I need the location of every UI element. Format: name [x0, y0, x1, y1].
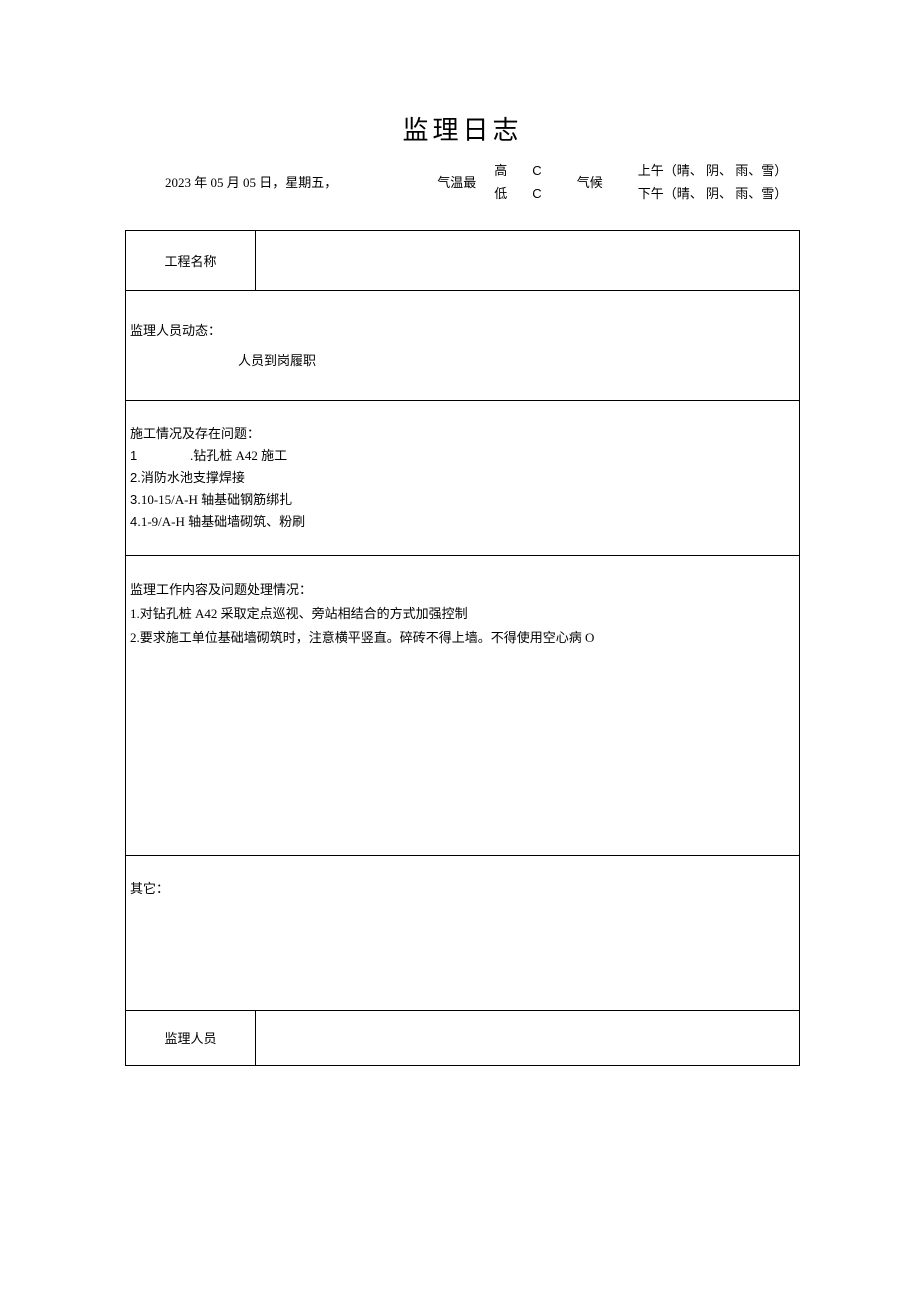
climate-values: 上午（晴、 阴、 雨、雪） 下午（晴、 阴、 雨、雪） [638, 159, 788, 206]
row-other: 其它： [126, 855, 800, 1010]
construction-heading: 施工情况及存在问题： [130, 423, 795, 445]
value-project-name [256, 230, 800, 290]
supervision-item: 1.对钻孔桩 A42 采取定点巡视、旁站相结合的方式加强控制 [130, 602, 795, 626]
personnel-body: 人员到岗履职 [130, 346, 795, 376]
climate-am: 上午（晴、 阴、 雨、雪） [638, 159, 788, 182]
date-text: 2023 年 05 月 05 日，星期五， [125, 171, 337, 194]
row-personnel: 监理人员动态： 人员到岗履职 [126, 290, 800, 400]
personnel-heading: 监理人员动态： [130, 316, 795, 346]
temp-low-label: 低 [494, 182, 507, 205]
climate-label: 气候 [577, 171, 603, 194]
row-construction: 施工情况及存在问题： 1.钻孔桩 A42 施工 2.消防水池支撑焊接 3.10-… [126, 400, 800, 555]
temp-label: 气温最 [437, 171, 476, 194]
temp-units: C C [532, 159, 541, 206]
temp-unit-high: C [532, 159, 541, 182]
other-heading: 其它： [130, 878, 795, 897]
construction-item: 3.10-15/A-H 轴基础钢筋绑扎 [130, 489, 795, 511]
log-table: 工程名称 监理人员动态： 人员到岗履职 施工情况及存在问题： 1.钻孔桩 A42… [125, 230, 800, 1066]
page-title: 监理日志 [125, 110, 800, 147]
temp-high-label: 高 [494, 159, 507, 182]
temp-unit-low: C [532, 182, 541, 205]
value-supervisor [256, 1010, 800, 1065]
header-info: 2023 年 05 月 05 日，星期五， 气温最 高 低 C C 气候 上午（… [125, 159, 800, 206]
construction-item: 2.消防水池支撑焊接 [130, 467, 795, 489]
label-supervisor: 监理人员 [126, 1010, 256, 1065]
row-project-name: 工程名称 [126, 230, 800, 290]
supervision-item: 2.要求施工单位基础墙砌筑时，注意横平竖直。碎砖不得上墙。不得使用空心病 O [130, 626, 795, 650]
temp-high-low: 高 低 [494, 159, 507, 206]
supervision-heading: 监理工作内容及问题处理情况： [130, 578, 795, 602]
climate-pm: 下午（晴、 阴、 雨、雪） [638, 182, 788, 205]
construction-item: 4.1-9/A-H 轴基础墙砌筑、粉刷 [130, 511, 795, 533]
row-supervisor: 监理人员 [126, 1010, 800, 1065]
construction-item: 1.钻孔桩 A42 施工 [130, 445, 795, 467]
row-supervision: 监理工作内容及问题处理情况： 1.对钻孔桩 A42 采取定点巡视、旁站相结合的方… [126, 555, 800, 855]
label-project-name: 工程名称 [126, 230, 256, 290]
